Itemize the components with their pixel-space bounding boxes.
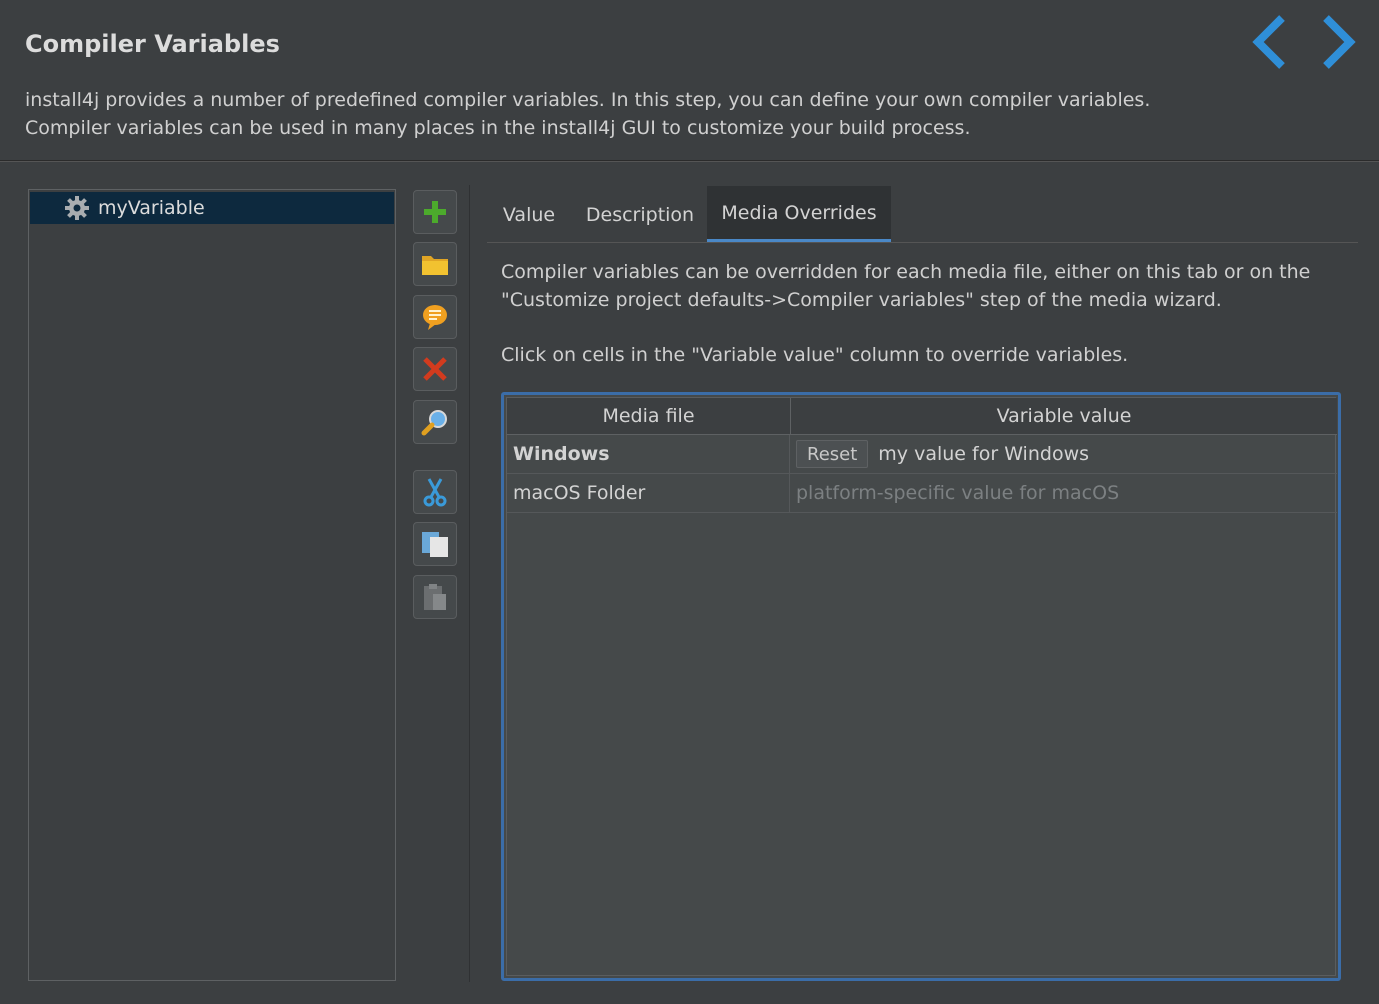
add-group-button[interactable] [413, 242, 457, 286]
panel-divider [469, 185, 470, 982]
delete-x-icon [423, 357, 447, 381]
clipboard-icon [424, 584, 446, 610]
show-usages-button[interactable] [413, 400, 457, 444]
media-file-cell: Windows [507, 435, 790, 473]
folder-icon [422, 256, 448, 275]
media-overrides-info: Compiler variables can be overridden for… [501, 261, 1311, 311]
add-comment-button[interactable] [413, 295, 457, 339]
variable-value-text: my value for Windows [878, 443, 1090, 465]
table-row[interactable]: Windows Reset my value for Windows [507, 435, 1337, 474]
tab-description[interactable]: Description [573, 186, 707, 243]
add-button[interactable] [413, 190, 457, 234]
column-header-media-file[interactable]: Media file [507, 398, 791, 434]
page-title: Compiler Variables [25, 30, 280, 58]
tab-value[interactable]: Value [487, 186, 571, 243]
tab-bar: Value Description Media Overrides [487, 186, 1358, 243]
table-row[interactable]: macOS Folder platform-specific value for… [507, 474, 1337, 513]
table-header: Media file Variable value [507, 398, 1337, 435]
media-overrides-table[interactable]: Media file Variable value Windows Reset … [501, 392, 1341, 981]
page-description: install4j provides a number of predefine… [25, 89, 1151, 139]
variable-value-cell[interactable]: platform-specific value for macOS [791, 474, 1337, 512]
variable-value-cell[interactable]: Reset my value for Windows [791, 435, 1337, 473]
variable-tree[interactable]: myVariable [28, 189, 396, 981]
plus-icon [424, 201, 446, 223]
column-header-variable-value[interactable]: Variable value [791, 398, 1337, 434]
magnifier-icon [421, 410, 447, 436]
back-button[interactable] [1250, 14, 1290, 70]
gear-icon [65, 196, 89, 220]
tab-divider [487, 242, 1358, 243]
copy-icon [422, 532, 448, 557]
media-file-cell: macOS Folder [507, 474, 790, 512]
media-overrides-hint: Click on cells in the "Variable value" c… [501, 344, 1129, 366]
paste-button[interactable] [413, 575, 457, 619]
cut-button[interactable] [413, 470, 457, 514]
copy-button[interactable] [413, 522, 457, 566]
tree-item-myvariable[interactable]: myVariable [30, 192, 394, 224]
comment-icon [423, 305, 447, 330]
scissors-icon [423, 478, 447, 507]
reset-button[interactable]: Reset [796, 440, 869, 468]
chevron-left-icon [1252, 15, 1285, 69]
tab-media-overrides[interactable]: Media Overrides [707, 186, 891, 243]
forward-button[interactable] [1318, 14, 1358, 70]
header: Compiler Variables install4j provides a … [0, 0, 1379, 161]
chevron-right-icon [1323, 15, 1356, 69]
delete-button[interactable] [413, 347, 457, 391]
tree-item-label: myVariable [98, 197, 205, 219]
